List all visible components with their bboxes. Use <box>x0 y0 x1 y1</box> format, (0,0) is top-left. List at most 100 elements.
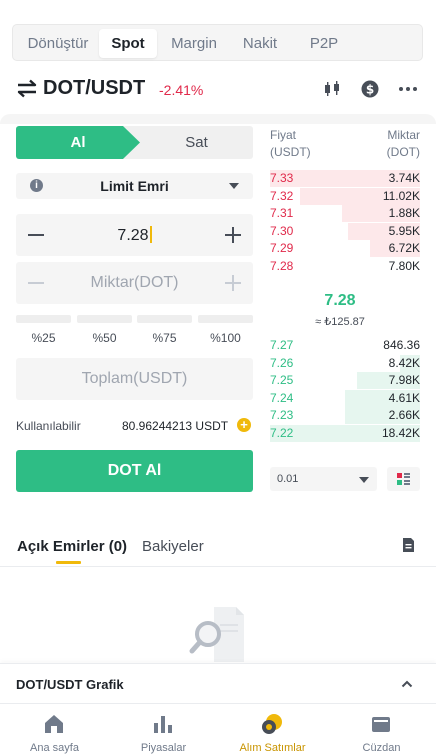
ask-quantity: 5.95K <box>388 223 420 238</box>
percent-label-25[interactable]: %25 <box>16 331 71 345</box>
percent-slider-segment[interactable] <box>77 315 132 323</box>
bid-row[interactable]: 7.26 8.42K <box>270 354 420 372</box>
swap-arrows-icon[interactable] <box>16 79 38 99</box>
nav-markets[interactable]: Piyasalar <box>109 704 218 755</box>
chevron-down-icon <box>229 183 239 189</box>
tab-nakit[interactable]: Nakit <box>233 29 287 58</box>
more-icon[interactable] <box>398 79 418 99</box>
amount-stepper[interactable]: Miktar(DOT) <box>16 262 253 304</box>
orderbook-price-header: Fiyat (USDT) <box>270 127 311 161</box>
total-input[interactable]: Toplam(USDT) <box>16 370 253 388</box>
tab-donustur[interactable]: Dönüştür <box>17 29 99 58</box>
ask-price: 7.30 <box>270 223 294 238</box>
empty-orders-icon <box>189 607 244 662</box>
ask-price: 7.28 <box>270 259 294 273</box>
ask-row[interactable]: 7.31 1.88K <box>270 205 420 223</box>
price-stepper[interactable]: 7.28 <box>16 214 253 256</box>
bid-quantity: 846.36 <box>383 338 420 352</box>
price-input[interactable]: 7.28 <box>16 226 253 245</box>
last-price[interactable]: 7.28 <box>270 292 410 310</box>
total-field[interactable]: Toplam(USDT) <box>16 358 253 400</box>
bid-row[interactable]: 7.24 4.61K <box>270 389 420 407</box>
ask-row[interactable]: 7.33 3.74K <box>270 170 420 187</box>
deposit-plus-icon[interactable]: + <box>237 418 251 432</box>
price-value: 7.28 <box>117 227 149 244</box>
nav-trade[interactable]: Alım Satımlar <box>218 704 327 755</box>
bottom-navigation: Ana sayfa Piyasalar Alım Satımlar Cüzdan <box>0 703 436 755</box>
qty-header-label: Miktar <box>387 128 420 142</box>
percent-slider-segment[interactable] <box>137 315 192 323</box>
ask-quantity: 3.74K <box>388 171 420 185</box>
wallet-icon <box>372 717 390 732</box>
bid-quantity: 4.61K <box>388 390 420 405</box>
ask-price: 7.31 <box>270 206 294 221</box>
buy-dot-button[interactable]: DOT Al <box>16 450 253 492</box>
price-header-unit: (USDT) <box>270 145 311 159</box>
home-icon <box>45 715 63 733</box>
bid-price: 7.24 <box>270 390 294 405</box>
percent-label-100[interactable]: %100 <box>198 331 253 345</box>
bid-quantity: 7.98K <box>388 373 420 388</box>
depth-step-select[interactable]: 0.01 <box>270 467 377 491</box>
bid-price: 7.22 <box>270 426 294 440</box>
ask-quantity: 1.88K <box>388 206 420 221</box>
plus-icon-stroke <box>232 275 234 291</box>
buy-sell-toggle: Sat Al <box>16 126 253 159</box>
tab-margin[interactable]: Margin <box>163 29 225 58</box>
trade-icon <box>262 714 282 734</box>
bid-row[interactable]: 7.23 2.66K <box>270 407 420 425</box>
nav-home[interactable]: Ana sayfa <box>0 704 109 755</box>
percent-slider-segment[interactable] <box>16 315 71 323</box>
active-tab-indicator <box>56 561 81 564</box>
order-history-icon[interactable] <box>402 537 415 553</box>
bid-quantity: 2.66K <box>388 408 420 423</box>
plus-icon-stroke <box>232 227 234 243</box>
tab-p2p[interactable]: P2P <box>299 29 349 58</box>
ask-price: 7.32 <box>270 188 294 203</box>
ask-row[interactable]: 7.30 5.95K <box>270 222 420 240</box>
trade-mode-tabs: Dönüştür Spot Margin Nakit P2P <box>12 24 423 61</box>
orderbook-qty-header: Miktar (DOT) <box>387 127 420 161</box>
percent-label-75[interactable]: %75 <box>137 331 192 345</box>
percent-slider-segment[interactable] <box>198 315 253 323</box>
depth-step-value: 0.01 <box>277 473 299 485</box>
nav-wallet[interactable]: Cüzdan <box>327 704 436 755</box>
ask-row[interactable]: 7.32 11.02K <box>270 187 420 205</box>
pair-header: DOT/USDT -2.41% $ <box>16 76 420 102</box>
order-type-select[interactable]: i Limit Emri <box>16 173 253 199</box>
ask-price: 7.33 <box>270 171 294 185</box>
svg-text:$: $ <box>366 83 374 97</box>
candlestick-chart-icon[interactable] <box>322 79 342 99</box>
chart-collapsible-bar[interactable]: DOT/USDT Grafik <box>0 663 436 703</box>
bid-price: 7.25 <box>270 373 294 388</box>
nav-markets-label: Piyasalar <box>140 742 187 754</box>
bid-row[interactable]: 7.27 846.36 <box>270 337 420 354</box>
amount-input[interactable]: Miktar(DOT) <box>16 274 253 292</box>
nav-wallet-label: Cüzdan <box>362 742 401 754</box>
markets-icon <box>154 716 172 733</box>
chevron-up-icon[interactable] <box>401 678 413 690</box>
last-price-fiat: ≈ ₺125.87 <box>315 316 365 328</box>
ask-quantity: 7.80K <box>388 259 420 273</box>
sell-tab[interactable]: Sat <box>123 126 253 159</box>
tab-balances[interactable]: Bakiyeler <box>142 538 204 555</box>
bid-row[interactable]: 7.22 18.42K <box>270 425 420 442</box>
bid-row[interactable]: 7.25 7.98K <box>270 372 420 390</box>
tab-spot[interactable]: Spot <box>99 29 157 58</box>
percent-label-50[interactable]: %50 <box>77 331 132 345</box>
ask-row[interactable]: 7.28 7.80K <box>270 258 420 275</box>
chart-bar-label: DOT/USDT Grafik <box>16 677 124 692</box>
bid-price: 7.23 <box>270 408 294 423</box>
buy-tab[interactable]: Al <box>16 126 140 159</box>
ask-quantity: 11.02K <box>382 188 420 203</box>
chevron-down-icon <box>359 477 369 483</box>
available-label: Kullanılabilir <box>16 419 81 433</box>
bid-quantity: 8.42K <box>388 355 420 370</box>
ask-quantity: 6.72K <box>388 241 420 256</box>
orderbook-layout-button[interactable] <box>387 467 420 491</box>
tab-open-orders[interactable]: Açık Emirler (0) <box>17 538 127 555</box>
dollar-coin-icon[interactable]: $ <box>360 79 380 99</box>
pair-symbol[interactable]: DOT/USDT <box>43 77 145 100</box>
tabs-divider <box>0 566 436 567</box>
ask-row[interactable]: 7.29 6.72K <box>270 240 420 258</box>
